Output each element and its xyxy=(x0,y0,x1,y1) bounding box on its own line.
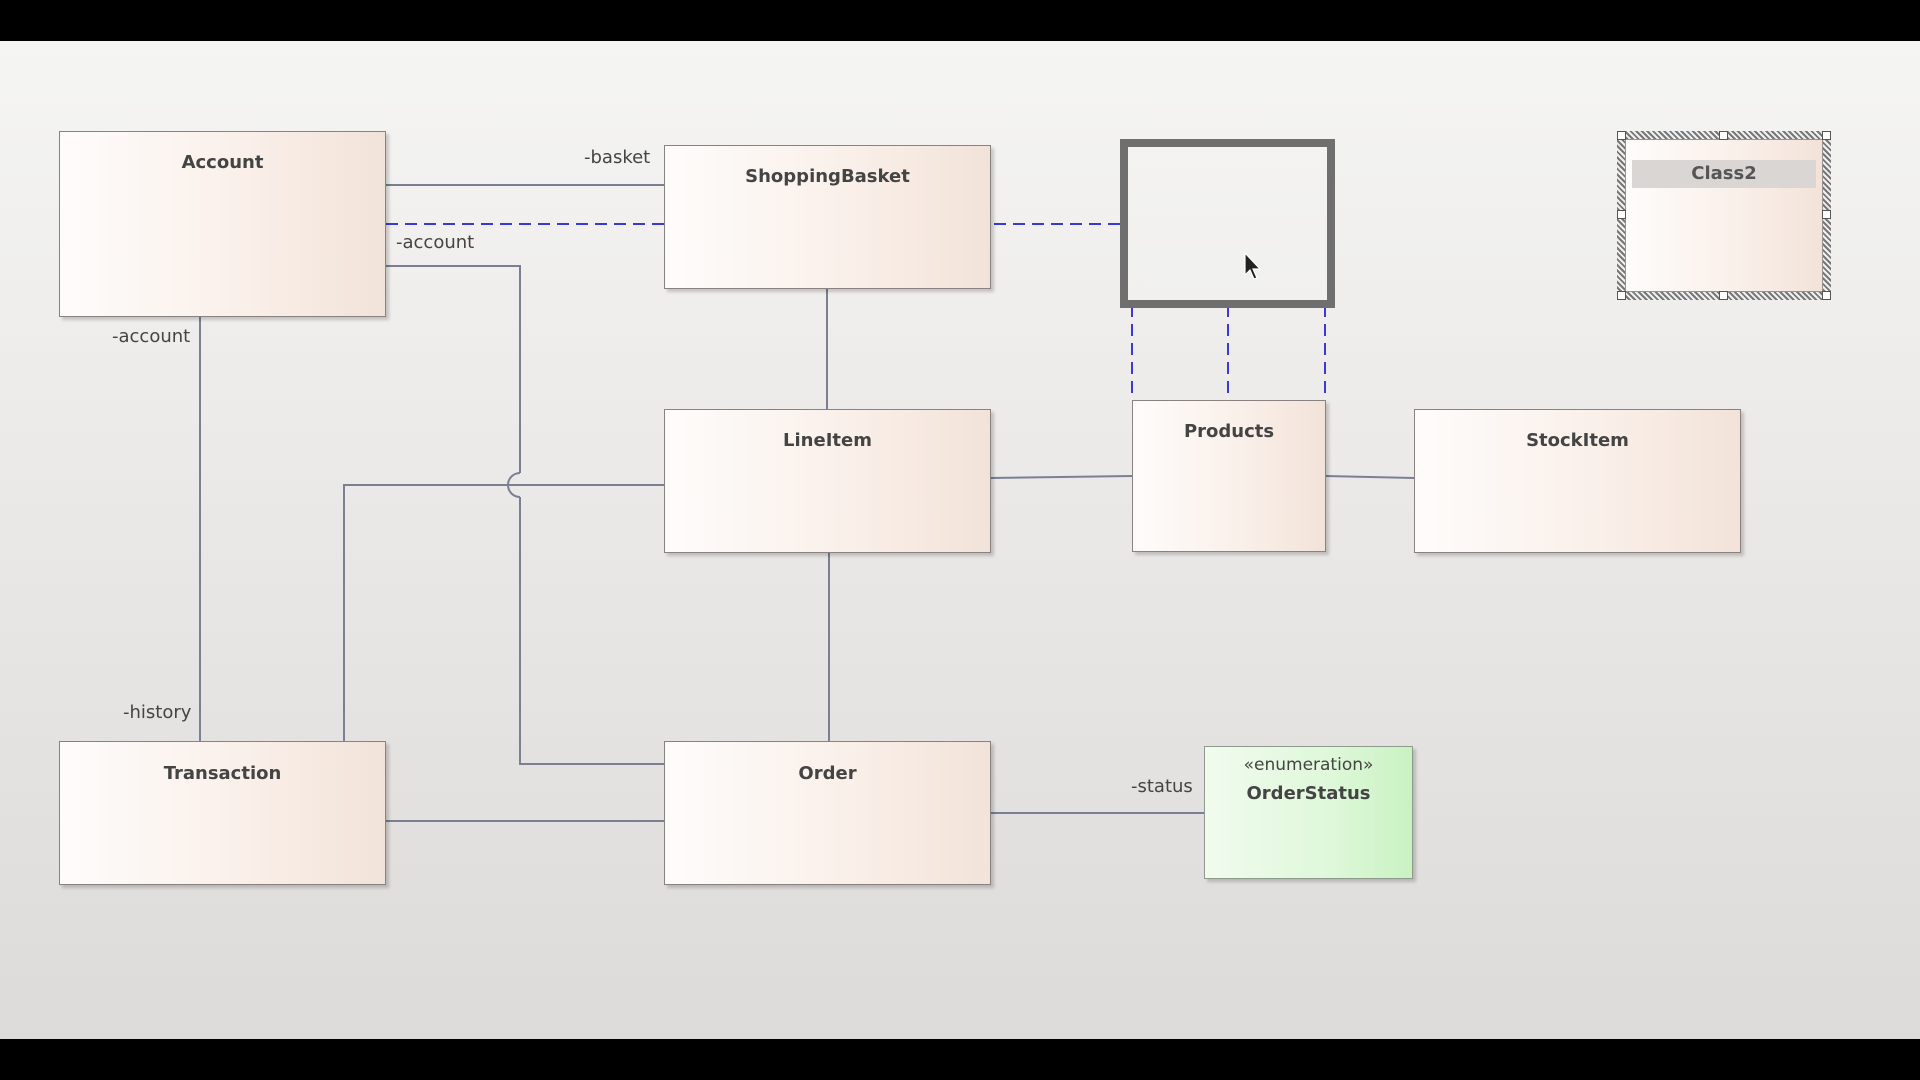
role-label-history: -history xyxy=(123,702,192,723)
class-name: Class2 xyxy=(1632,160,1816,188)
class-class2[interactable]: Class2 xyxy=(1625,139,1823,292)
letterbox-top xyxy=(0,0,1920,41)
selected-empty-element[interactable] xyxy=(1120,139,1335,308)
resize-handle-sw[interactable] xyxy=(1617,291,1626,300)
class-name: Transaction xyxy=(163,763,282,784)
enum-stereotype: «enumeration» xyxy=(1243,755,1374,775)
resize-handle-nw[interactable] xyxy=(1617,131,1626,140)
role-label-status: -status xyxy=(1131,776,1193,797)
assoc-transaction-lineitem xyxy=(343,484,664,741)
assoc-products-stockitem xyxy=(1324,475,1415,479)
role-label-basket: -basket xyxy=(584,147,651,168)
letterbox-bottom xyxy=(0,1039,1920,1080)
assoc-account-order xyxy=(386,265,521,473)
class-account[interactable]: Account xyxy=(59,131,386,317)
class-name: LineItem xyxy=(783,430,872,451)
resize-handle-s[interactable] xyxy=(1719,291,1728,300)
class-transaction[interactable]: Transaction xyxy=(59,741,386,885)
class-stock-item[interactable]: StockItem xyxy=(1414,409,1741,553)
class-line-item[interactable]: LineItem xyxy=(664,409,991,553)
resize-handle-n[interactable] xyxy=(1719,131,1728,140)
class-name: Account xyxy=(181,152,264,173)
enum-order-status[interactable]: «enumeration» OrderStatus xyxy=(1204,746,1413,879)
role-label-account-left: -account xyxy=(112,326,191,347)
mouse-cursor-icon xyxy=(1244,252,1262,280)
class-name: StockItem xyxy=(1526,430,1629,451)
class-order[interactable]: Order xyxy=(664,741,991,885)
class-name: Order xyxy=(798,763,857,784)
resize-handle-se[interactable] xyxy=(1822,291,1831,300)
assoc-lineitem-products xyxy=(989,475,1133,479)
role-label-account-top: -account xyxy=(396,232,475,253)
class-shopping-basket[interactable]: ShoppingBasket xyxy=(664,145,991,289)
resize-handle-ne[interactable] xyxy=(1822,131,1831,140)
class-name: Products xyxy=(1183,421,1275,442)
enum-name: OrderStatus xyxy=(1246,783,1371,804)
class-products[interactable]: Products xyxy=(1132,400,1326,552)
resize-handle-w[interactable] xyxy=(1617,210,1626,219)
diagram-canvas[interactable]: Account ShoppingBasket LineItem Products… xyxy=(0,41,1920,1039)
class-name: ShoppingBasket xyxy=(745,166,910,187)
resize-handle-e[interactable] xyxy=(1822,210,1831,219)
